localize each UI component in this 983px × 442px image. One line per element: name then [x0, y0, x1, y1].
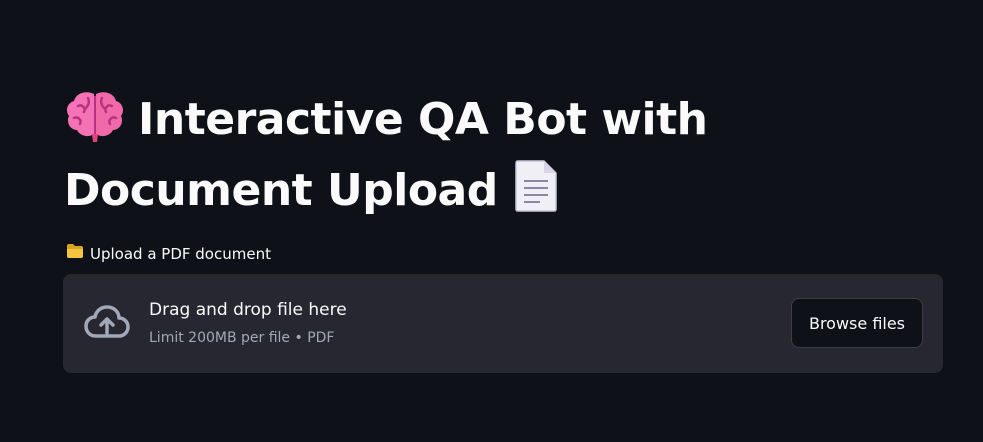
uploader-label-text: Upload a PDF document	[90, 245, 271, 263]
dropzone-text: Drag and drop file here Limit 200MB per …	[149, 298, 347, 347]
browse-files-button[interactable]: Browse files	[791, 298, 923, 348]
file-limit-text: Limit 200MB per file • PDF	[149, 330, 335, 346]
cloud-upload-icon	[83, 304, 131, 342]
page-title: Interactive QA Bot with Document Upload	[64, 88, 764, 230]
brain-icon	[64, 88, 126, 159]
file-dropzone[interactable]: Drag and drop file here Limit 200MB per …	[63, 274, 943, 373]
drop-instruction: Drag and drop file here	[149, 300, 347, 320]
document-icon	[512, 159, 558, 230]
uploader-label: Upload a PDF document	[66, 243, 271, 265]
title-line-2: Document Upload	[64, 165, 498, 216]
title-line-1: Interactive QA Bot with	[138, 94, 708, 145]
app-page: Interactive QA Bot with Document Upload …	[0, 0, 983, 442]
folder-icon	[66, 243, 84, 265]
